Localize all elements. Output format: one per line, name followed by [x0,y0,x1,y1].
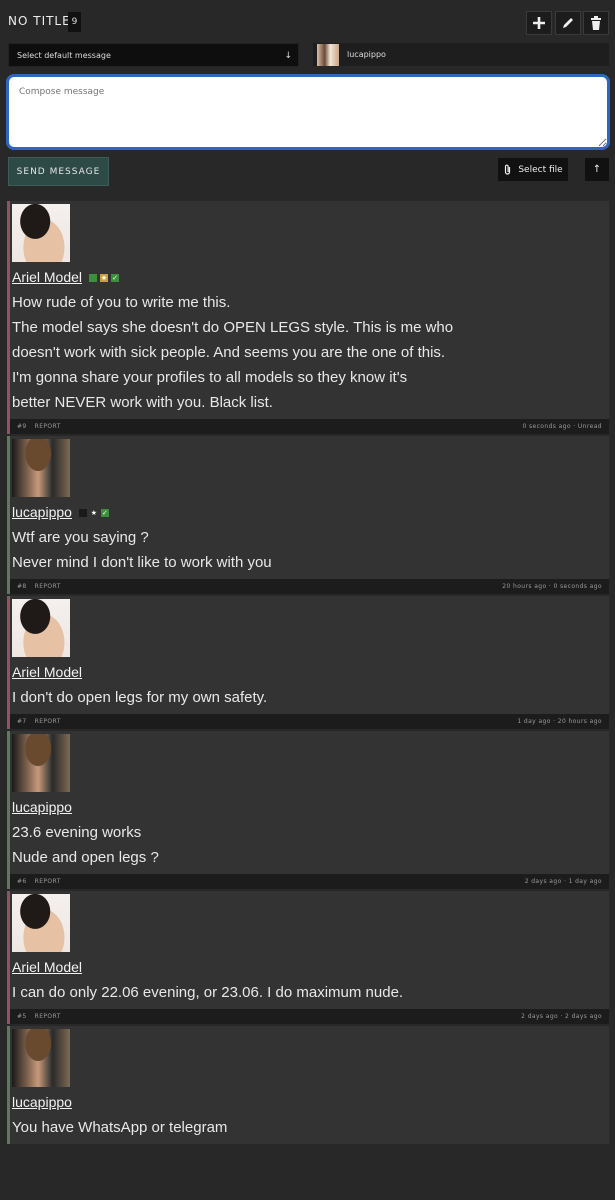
message-number: #8 [17,583,27,590]
report-link[interactable]: REPORT [35,583,61,590]
report-link[interactable]: REPORT [35,1013,61,1020]
message-item: Ariel Model I can do only 22.06 evening, … [7,891,609,1024]
arrow-up-icon: ↑ [592,164,602,175]
avatar[interactable] [12,204,70,262]
message-line: better NEVER work with you. Black list. [12,394,273,411]
message-line: I can do only 22.06 evening, or 23.06. I… [12,984,404,1001]
plus-icon [533,17,545,29]
message-line: You have WhatsApp or telegram [12,1119,228,1136]
message-timestamp: 0 seconds ago · Unread [522,423,602,430]
message-footer: #8 REPORT 20 hours ago · 0 seconds ago [10,579,609,594]
message-line: The model says she doesn't do OPEN LEGS … [12,319,454,336]
star-icon: ★ [89,508,98,517]
message-timestamp: 20 hours ago · 0 seconds ago [502,583,602,590]
recipient-avatar [317,43,339,66]
avatar[interactable] [12,894,70,952]
edit-button[interactable] [555,11,581,35]
select-file-button[interactable]: Select file [498,158,568,181]
message-footer: #5 REPORT 2 days ago · 2 days ago [10,1009,609,1024]
avatar[interactable] [12,439,70,497]
message-number: #6 [17,878,27,885]
chevron-down-icon: ↓ [284,51,292,61]
message-number: #7 [17,718,27,725]
select-file-label: Select file [518,164,563,175]
message-line: Nude and open legs ? [12,849,159,866]
page-title: NO TITLE [8,14,71,28]
message-number: #9 [17,423,27,430]
message-line: Never mind I don't like to work with you [12,554,272,571]
message-number: #5 [17,1013,27,1020]
check-icon: ✓ [111,273,120,282]
status-dot-icon [78,508,87,517]
message-timestamp: 2 days ago · 2 days ago [521,1013,602,1020]
author-link[interactable]: Ariel Model [12,959,82,975]
delete-button[interactable] [583,11,609,35]
recipient-name: lucapippo [347,50,386,59]
pencil-icon [563,18,573,28]
verification-badges: ★ ✓ [78,508,109,517]
report-link[interactable]: REPORT [35,423,61,430]
message-footer: #9 REPORT 0 seconds ago · Unread [10,419,609,434]
message-item: lucapippo You have WhatsApp or telegram [7,1026,609,1144]
message-item: Ariel Model I don't do open legs for my o… [7,596,609,729]
paperclip-icon [505,164,511,175]
message-count-badge: 9 [68,12,81,32]
author-link[interactable]: lucapippo [12,504,72,520]
send-message-button[interactable]: SEND MESSAGE [8,157,109,186]
message-text: You have WhatsApp or telegram [12,1115,609,1140]
report-link[interactable]: REPORT [35,878,61,885]
star-icon: ★ [100,273,109,282]
author-link[interactable]: lucapippo [12,1094,72,1110]
avatar[interactable] [12,1029,70,1087]
add-button[interactable] [526,11,552,35]
message-item: lucapippo ★ ✓ Wtf are you saying ? Never min… [7,436,609,594]
message-line: How rude of you to write me this. [12,294,231,311]
report-link[interactable]: REPORT [35,718,61,725]
verification-badges: ★ ✓ [89,273,120,282]
message-text: I don't do open legs for my own safety. [12,685,609,710]
message-text: Wtf are you saying ? Never mind I don't l… [12,525,609,575]
message-text: 23.6 evening works Nude and open legs ? [12,820,609,870]
message-timestamp: 2 days ago · 1 day ago [524,878,602,885]
author-link[interactable]: Ariel Model [12,664,82,680]
message-line: I'm gonna share your profiles to all mod… [12,369,408,386]
message-timestamp: 1 day ago · 20 hours ago [517,718,602,725]
check-icon: ✓ [100,508,109,517]
message-footer: #6 REPORT 2 days ago · 1 day ago [10,874,609,889]
message-line: I don't do open legs for my own safety. [12,689,268,706]
avatar[interactable] [12,734,70,792]
default-message-select[interactable]: Select default message ↓ [8,43,299,67]
trash-icon [591,16,601,30]
message-item: lucapippo 23.6 evening works Nude and open… [7,731,609,889]
avatar[interactable] [12,599,70,657]
message-text: I can do only 22.06 evening, or 23.06. I… [12,980,609,1005]
message-item: Ariel Model ★ ✓ How rude of you to write me… [7,201,609,434]
author-link[interactable]: lucapippo [12,799,72,815]
message-line: 23.6 evening works [12,824,142,841]
author-link[interactable]: Ariel Model [12,269,82,285]
recipient-box: lucapippo [313,43,609,66]
compose-input[interactable] [6,74,610,150]
message-footer: #7 REPORT 1 day ago · 20 hours ago [10,714,609,729]
message-text: How rude of you to write me this. The mod… [12,290,609,415]
scroll-up-button[interactable]: ↑ [585,158,609,181]
message-feed: Ariel Model ★ ✓ How rude of you to write me… [7,201,609,1200]
status-dot-icon [89,273,98,282]
message-line: Wtf are you saying ? [12,529,149,546]
message-line: doesn't work with sick people. And seems… [12,344,446,361]
default-message-value: Select default message [17,51,111,60]
top-bar: NO TITLE 9 [0,0,615,42]
